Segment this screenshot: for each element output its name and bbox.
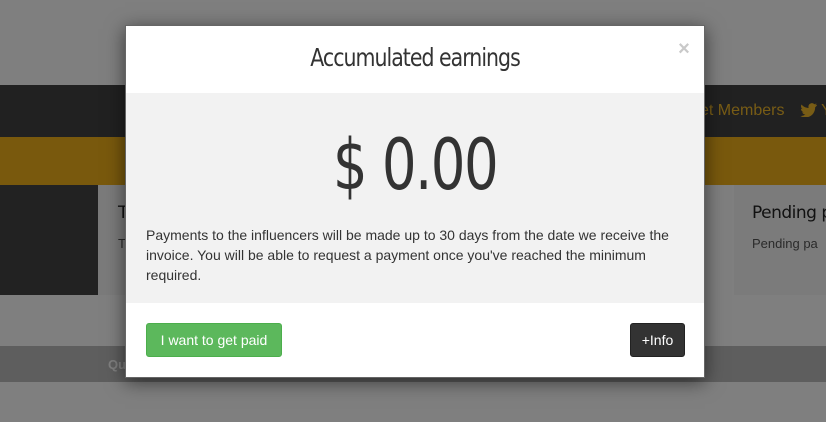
modal-footer: I want to get paid +Info — [126, 303, 704, 377]
close-button[interactable]: × — [674, 38, 694, 60]
close-icon: × — [678, 38, 690, 60]
get-paid-button[interactable]: I want to get paid — [146, 323, 282, 357]
payment-description: Payments to the influencers will be made… — [146, 227, 669, 283]
earnings-modal: Accumulated earnings × $ 0.00 Payments t… — [125, 25, 705, 378]
more-info-button[interactable]: +Info — [630, 323, 685, 357]
modal-body: $ 0.00 Payments to the influencers will … — [126, 93, 704, 303]
modal-title: Accumulated earnings — [310, 43, 521, 72]
earnings-amount: $ 0.00 — [332, 124, 499, 206]
modal-header: Accumulated earnings × — [126, 26, 704, 93]
